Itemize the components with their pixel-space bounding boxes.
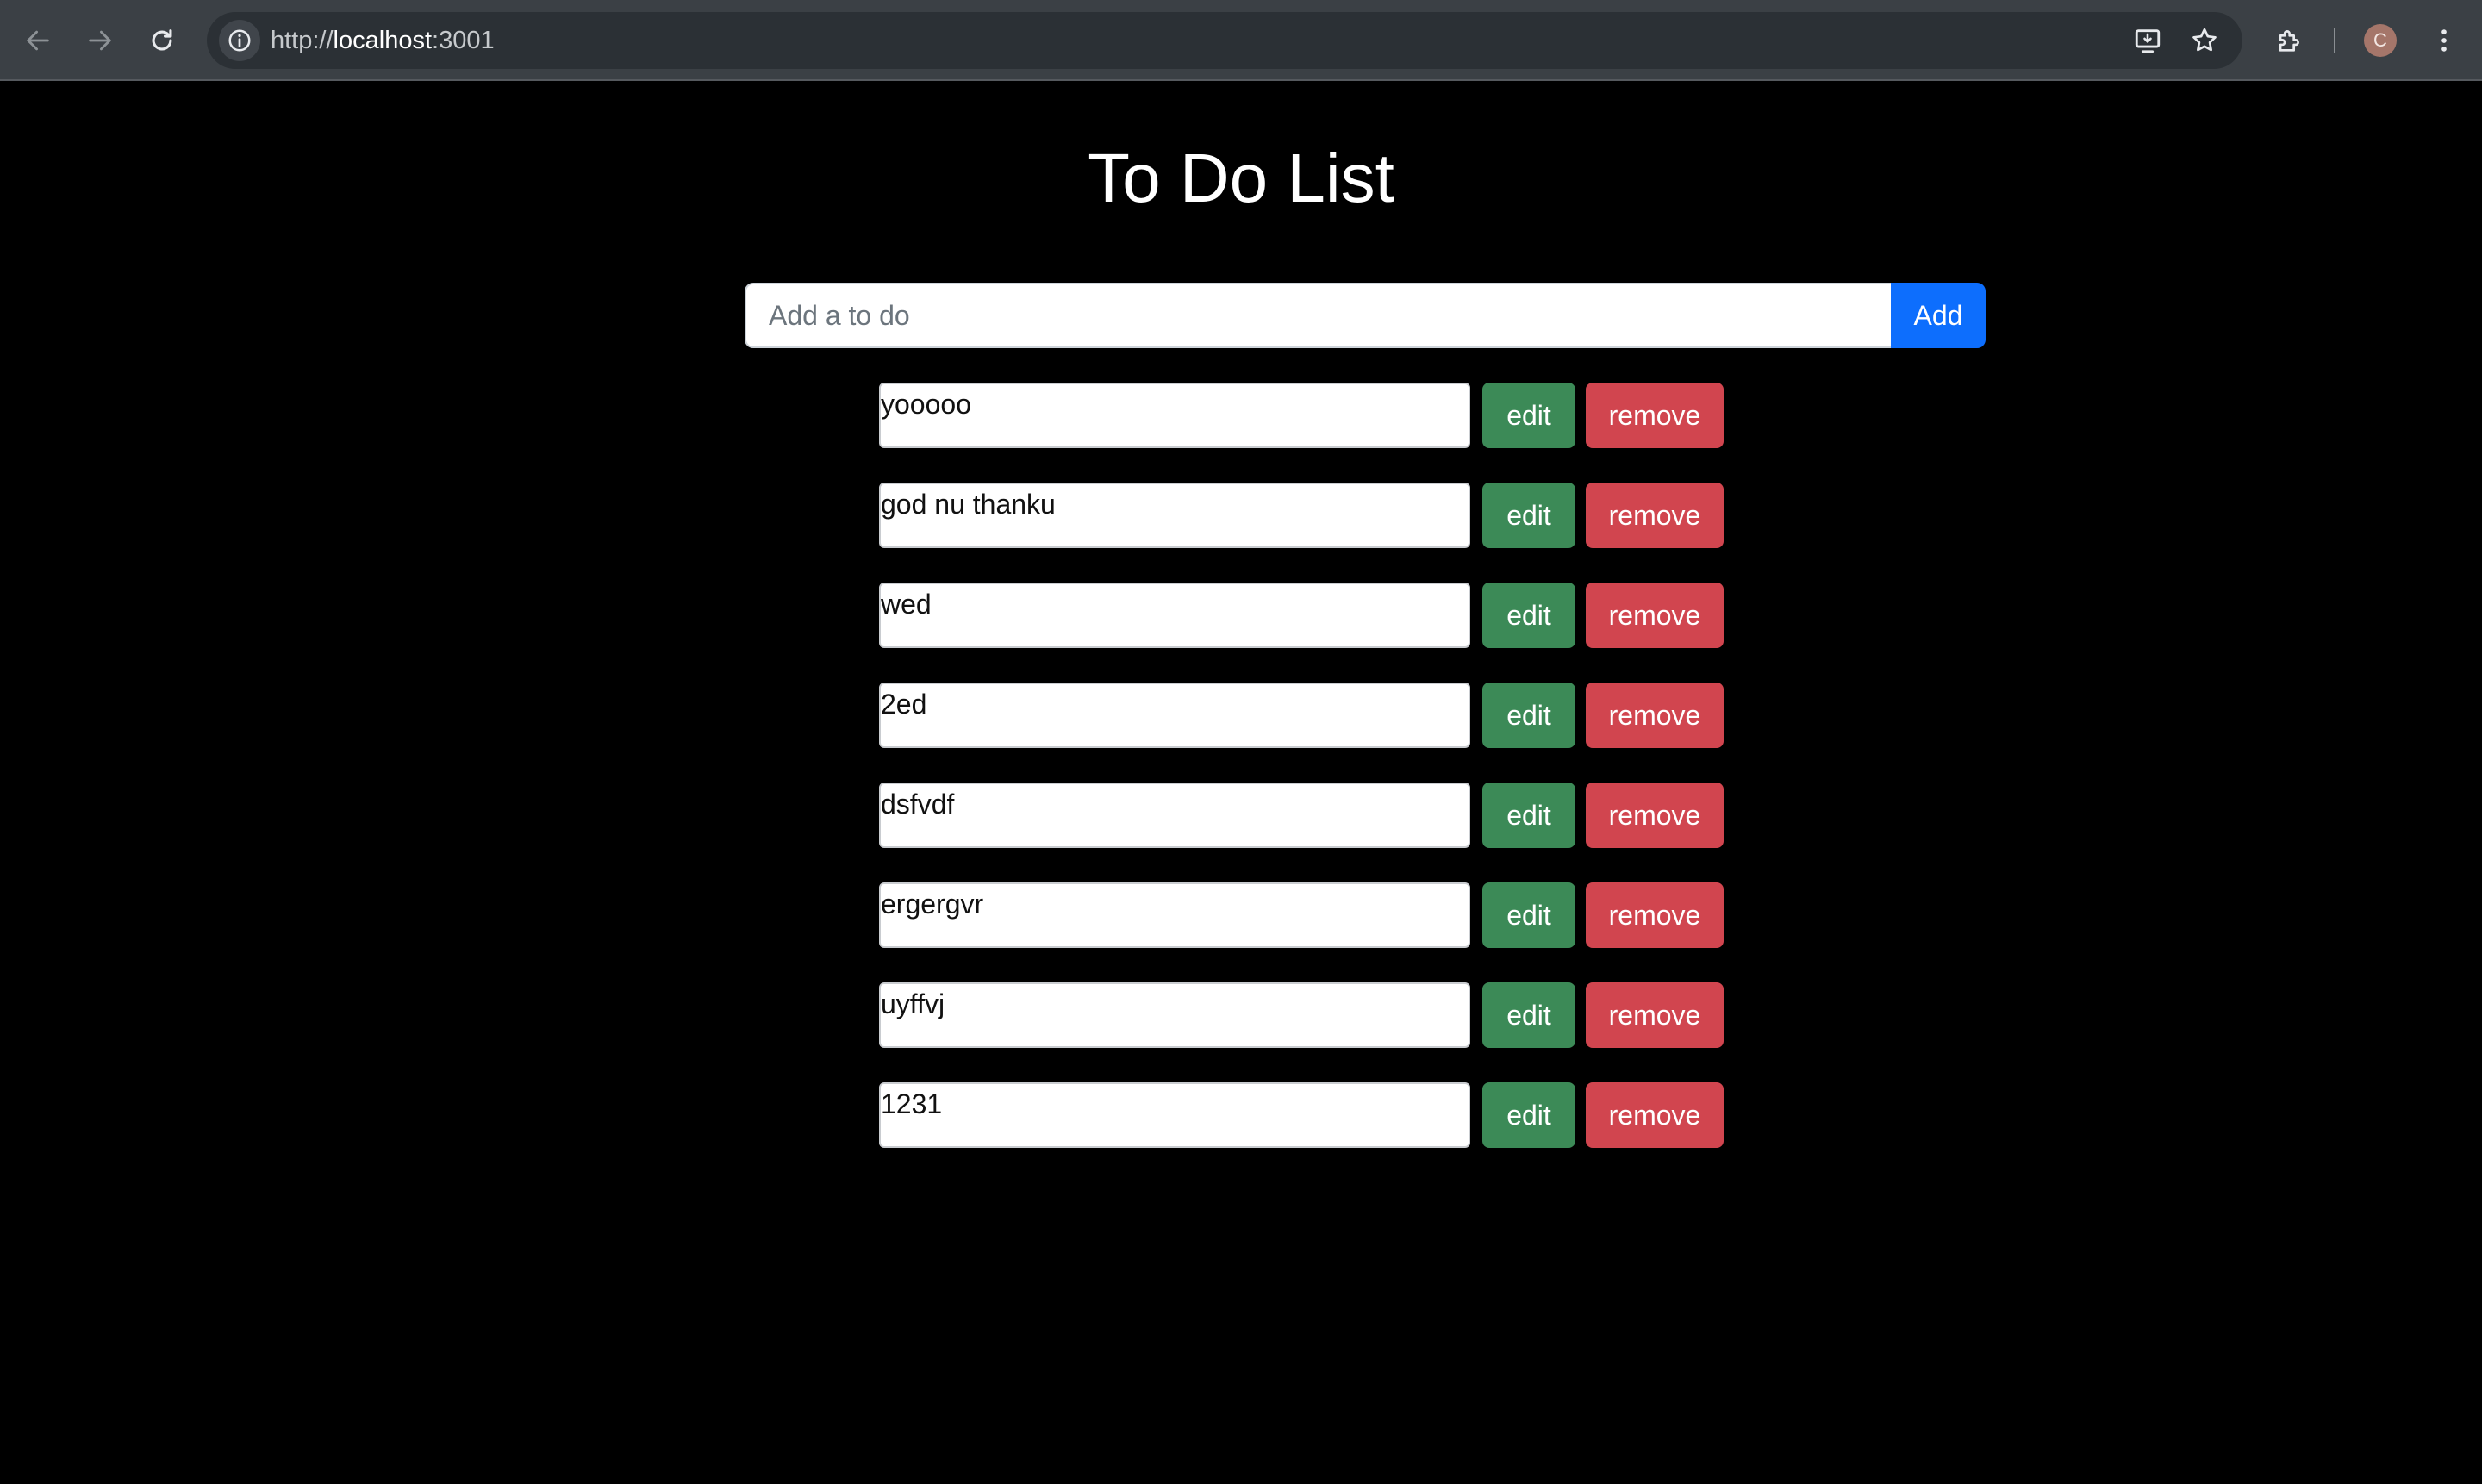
add-todo-input[interactable] [745, 283, 1891, 348]
edit-button[interactable]: edit [1482, 1082, 1575, 1148]
reload-icon[interactable] [141, 20, 183, 61]
add-todo-form: Add [745, 283, 1986, 348]
back-arrow-icon[interactable] [17, 20, 59, 61]
page-content: To Do List Add yooooo edit remove god nu… [0, 81, 2482, 1484]
remove-button[interactable]: remove [1586, 483, 1724, 548]
todo-text: dsfvdf [879, 783, 1470, 848]
todo-item: 1231 edit remove [879, 1082, 1725, 1148]
edit-button[interactable]: edit [1482, 383, 1575, 448]
todo-text: 1231 [879, 1082, 1470, 1148]
bookmark-star-icon[interactable] [2184, 20, 2225, 61]
todo-item: 2ed edit remove [879, 683, 1725, 748]
url-text[interactable]: http://localhost:3001 [271, 24, 495, 57]
url-port: :3001 [432, 27, 495, 54]
extensions-puzzle-icon[interactable] [2268, 20, 2310, 61]
todo-item: yooooo edit remove [879, 383, 1725, 448]
todo-item: god nu thanku edit remove [879, 483, 1725, 548]
todo-text: uyffvj [879, 982, 1470, 1048]
edit-button[interactable]: edit [1482, 882, 1575, 948]
todo-text: 2ed [879, 683, 1470, 748]
remove-button[interactable]: remove [1586, 1082, 1724, 1148]
url-host: localhost [333, 27, 433, 54]
remove-button[interactable]: remove [1586, 383, 1724, 448]
todo-item: ergergvr edit remove [879, 882, 1725, 948]
edit-button[interactable]: edit [1482, 483, 1575, 548]
site-info-icon[interactable] [219, 20, 260, 61]
page-title: To Do List [1088, 140, 1394, 216]
browser-toolbar: http://localhost:3001 C [0, 0, 2482, 81]
edit-button[interactable]: edit [1482, 783, 1575, 848]
todo-list: yooooo edit remove god nu thanku edit re… [879, 383, 1725, 1182]
todo-text: god nu thanku [879, 483, 1470, 548]
edit-button[interactable]: edit [1482, 683, 1575, 748]
forward-arrow-icon[interactable] [79, 20, 121, 61]
todo-text: yooooo [879, 383, 1470, 448]
remove-button[interactable]: remove [1586, 982, 1724, 1048]
add-button[interactable]: Add [1891, 283, 1986, 348]
toolbar-divider [2334, 28, 2335, 53]
install-app-icon[interactable] [2127, 20, 2168, 61]
url-scheme: http:// [271, 27, 334, 54]
profile-avatar[interactable]: C [2364, 24, 2397, 57]
todo-item: uyffvj edit remove [879, 982, 1725, 1048]
address-bar[interactable]: http://localhost:3001 [207, 12, 2242, 69]
remove-button[interactable]: remove [1586, 583, 1724, 648]
edit-button[interactable]: edit [1482, 982, 1575, 1048]
todo-text: wed [879, 583, 1470, 648]
remove-button[interactable]: remove [1586, 783, 1724, 848]
remove-button[interactable]: remove [1586, 683, 1724, 748]
kebab-menu-icon[interactable] [2423, 20, 2465, 61]
edit-button[interactable]: edit [1482, 583, 1575, 648]
todo-item: dsfvdf edit remove [879, 783, 1725, 848]
remove-button[interactable]: remove [1586, 882, 1724, 948]
todo-text: ergergvr [879, 882, 1470, 948]
todo-item: wed edit remove [879, 583, 1725, 648]
